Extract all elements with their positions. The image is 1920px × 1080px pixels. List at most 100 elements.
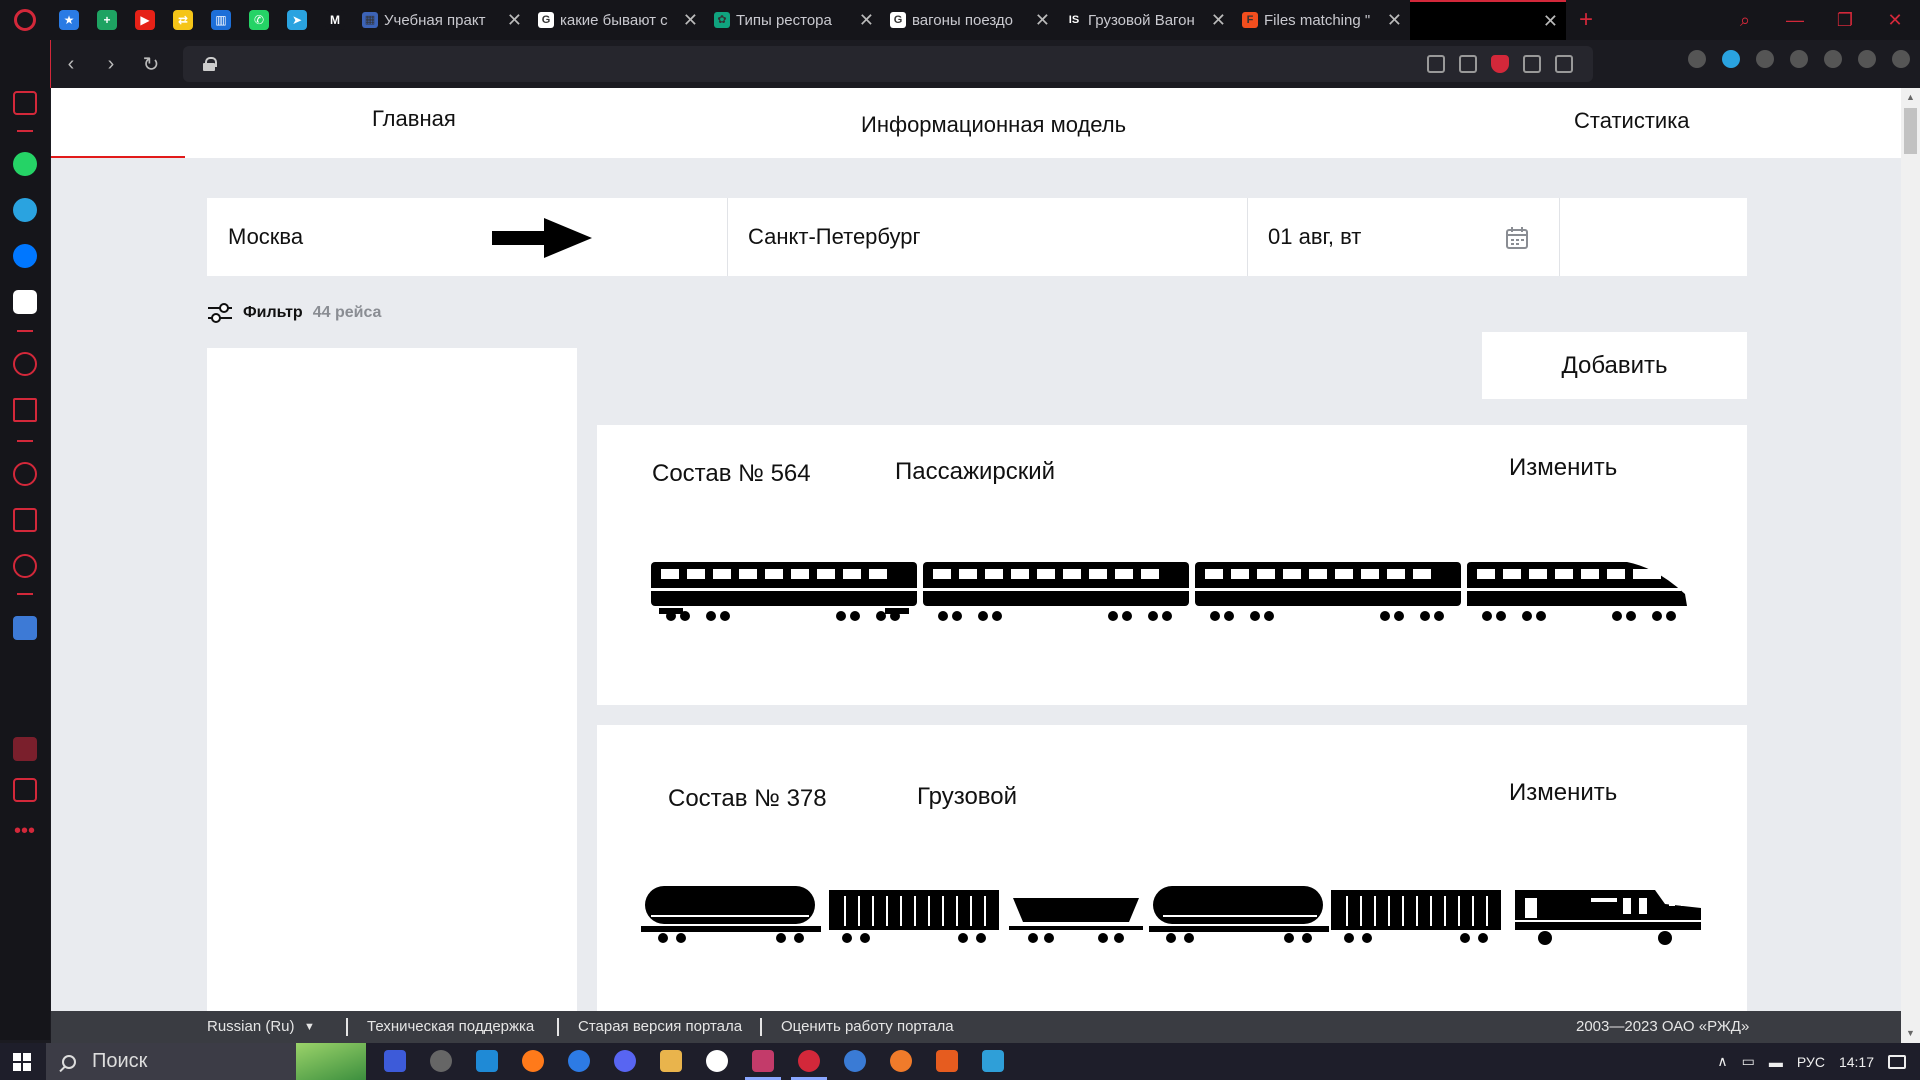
filter-row[interactable]: Фильтр 44 рейса (207, 298, 381, 328)
close-tab-icon[interactable]: ✕ (1543, 11, 1558, 32)
rate-portal-link[interactable]: Оценить работу портала (781, 1011, 954, 1043)
date-field[interactable]: 01 авг, вт (1268, 198, 1468, 276)
chevron-down-icon[interactable]: ▼ (304, 1011, 315, 1043)
discord-icon[interactable] (13, 290, 37, 314)
support-link[interactable]: Техническая поддержка (367, 1011, 534, 1043)
more-icon[interactable]: ••• (14, 820, 35, 843)
app-icon[interactable] (936, 1050, 958, 1072)
send-icon[interactable] (1523, 55, 1541, 73)
extension-icon[interactable] (1722, 50, 1740, 68)
forward-icon[interactable]: › (91, 53, 131, 76)
app-icon[interactable] (890, 1050, 912, 1072)
from-station-field[interactable]: Москва (228, 198, 488, 276)
extension-icon[interactable] (1756, 50, 1774, 68)
camera-icon[interactable] (1459, 55, 1477, 73)
download-icon[interactable] (1858, 50, 1876, 68)
settings-menu-icon[interactable] (1892, 50, 1910, 68)
restore-icon[interactable]: ❐ (1820, 10, 1870, 31)
pinned-tab[interactable]: ✆ (240, 0, 278, 40)
browser-tab[interactable]: ✕ (1410, 0, 1566, 40)
start-button[interactable] (0, 1043, 44, 1080)
close-tab-icon[interactable]: ✕ (1211, 10, 1226, 31)
opera-icon[interactable] (798, 1050, 820, 1072)
app-icon[interactable] (982, 1050, 1004, 1072)
telegram-icon[interactable] (13, 198, 37, 222)
pinned-tab[interactable]: M (316, 0, 354, 40)
edit-train-link[interactable]: Изменить (1509, 779, 1617, 807)
yandex-icon[interactable] (706, 1050, 728, 1072)
notification-icon[interactable] (1888, 1054, 1906, 1069)
language-select[interactable]: Russian (Ru) (207, 1011, 295, 1043)
scroll-down-icon[interactable]: ▼ (1906, 1028, 1915, 1038)
settings-icon[interactable] (430, 1050, 452, 1072)
browser-tab[interactable]: ▦ Учебная практ ✕ (354, 0, 530, 40)
close-window-icon[interactable]: ✕ (1870, 10, 1920, 31)
close-tab-icon[interactable]: ✕ (1387, 10, 1402, 31)
browser-tab[interactable]: Gвагоны поездо ✕ (882, 0, 1058, 40)
pinned-tab[interactable]: ⇄ (164, 0, 202, 40)
url-field[interactable] (183, 46, 1593, 82)
gallery-icon[interactable] (13, 778, 37, 802)
profile-icon[interactable] (1824, 50, 1842, 68)
page-scrollbar[interactable]: ▲ ▼ (1901, 88, 1920, 1043)
device-icon[interactable]: ▭ (1742, 1053, 1755, 1070)
browser-tab[interactable]: ✿ Типы рестора ✕ (706, 0, 882, 40)
nav-statistics[interactable]: Статистика (1574, 108, 1690, 134)
input-language[interactable]: РУС (1797, 1054, 1825, 1070)
back-icon[interactable]: ‹ (51, 53, 91, 76)
pinned-tab[interactable]: ▥ (202, 0, 240, 40)
nav-home[interactable]: Главная (372, 106, 456, 132)
browser-tab[interactable]: IS Грузовой Вагон ✕ (1058, 0, 1234, 40)
new-tab-button[interactable]: + (1566, 6, 1606, 34)
heart-icon[interactable] (1555, 55, 1573, 73)
share-icon[interactable] (1427, 55, 1445, 73)
scroll-up-icon[interactable]: ▲ (1906, 92, 1915, 102)
to-station-field[interactable]: Санкт-Петербург (748, 198, 1168, 276)
app-icon[interactable] (844, 1050, 866, 1072)
explorer-icon[interactable] (660, 1050, 682, 1072)
close-tab-icon[interactable]: ✕ (1035, 10, 1050, 31)
translate-icon[interactable] (13, 616, 37, 640)
taskbar-search[interactable]: Поиск (46, 1043, 366, 1080)
browser-tab[interactable]: Gкакие бывают с ✕ (530, 0, 706, 40)
minimize-icon[interactable]: — (1770, 10, 1820, 31)
firefox-icon[interactable] (522, 1050, 544, 1072)
adblock-shield-icon[interactable] (1491, 55, 1509, 73)
reload-icon[interactable]: ↻ (131, 52, 171, 77)
ide-icon[interactable] (752, 1050, 774, 1072)
pinned-tab[interactable]: ➤ (278, 0, 316, 40)
vk-icon[interactable] (13, 244, 37, 268)
battery-icon[interactable]: ▬ (1769, 1054, 1783, 1070)
scroll-thumb[interactable] (1904, 108, 1917, 154)
pinned-tab[interactable]: ▶ (126, 0, 164, 40)
workspace-icon[interactable] (13, 91, 37, 115)
history-icon[interactable] (13, 462, 37, 486)
close-tab-icon[interactable]: ✕ (683, 10, 698, 31)
cube-icon[interactable] (13, 508, 37, 532)
close-tab-icon[interactable]: ✕ (859, 10, 874, 31)
mail-icon[interactable] (476, 1050, 498, 1072)
filter-label[interactable]: Фильтр (243, 304, 303, 322)
calendar-icon[interactable] (1505, 226, 1529, 250)
edit-train-link[interactable]: Изменить (1509, 454, 1617, 482)
taskview-icon[interactable] (384, 1050, 406, 1072)
old-version-link[interactable]: Старая версия портала (578, 1011, 742, 1043)
pinned-tab[interactable]: + (88, 0, 126, 40)
chevron-up-icon[interactable]: ∧ (1717, 1053, 1727, 1070)
search-tabs-icon[interactable]: ⌕ (1720, 10, 1770, 31)
edge-icon[interactable] (568, 1050, 590, 1072)
player-icon[interactable] (13, 352, 37, 376)
nav-information-model[interactable]: Информационная модель (861, 112, 1126, 138)
flow-icon[interactable] (13, 737, 37, 761)
extension-icon[interactable] (1688, 50, 1706, 68)
add-train-button[interactable]: Добавить (1482, 332, 1747, 399)
pinned-tab[interactable]: ★ (50, 0, 88, 40)
browser-tab[interactable]: F Files matching " ✕ (1234, 0, 1410, 40)
opera-menu-icon[interactable] (0, 0, 50, 40)
clock[interactable]: 14:17 (1839, 1054, 1874, 1070)
whatsapp-icon[interactable] (13, 152, 37, 176)
close-tab-icon[interactable]: ✕ (507, 10, 522, 31)
settings-icon[interactable] (13, 554, 37, 578)
send-icon[interactable] (13, 398, 37, 422)
cube-icon[interactable] (1790, 50, 1808, 68)
